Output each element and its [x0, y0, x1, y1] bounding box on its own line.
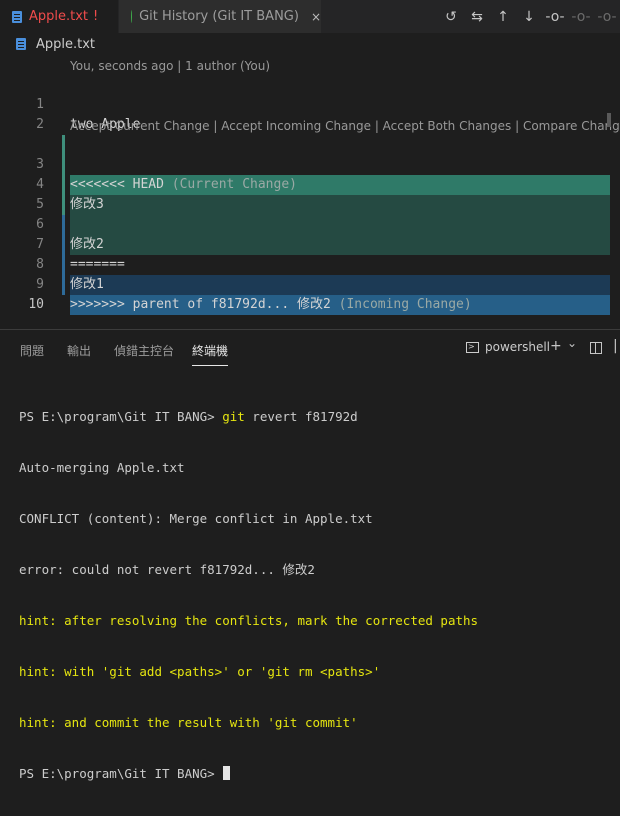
- terminal-line: PS E:\program\Git IT BANG>: [19, 765, 478, 782]
- tab-label: Git History (Git IT BANG): [139, 9, 299, 24]
- editor-actions: ↺ ⇆ ↑ ↓ -o- -o- -o-: [438, 0, 620, 33]
- previous-change-icon[interactable]: ↑: [490, 9, 516, 25]
- terminal-prompt: PS E:\program\Git IT BANG>: [19, 409, 223, 424]
- incoming-change-header: >>>>>>> parent of f81792d... 修改2 (Incomi…: [70, 295, 610, 315]
- tab-label: Apple.txt: [29, 9, 89, 24]
- add-terminal-icon[interactable]: +: [550, 338, 562, 354]
- commit-dim-icon[interactable]: -o-: [594, 9, 620, 25]
- code-line: 1 two Apple: [0, 75, 610, 132]
- line-number: 2: [36, 117, 44, 132]
- minimap-marker: [607, 113, 611, 127]
- terminal-output[interactable]: PS E:\program\Git IT BANG> git revert f8…: [19, 374, 478, 816]
- shell-selector[interactable]: > powershell: [466, 340, 550, 354]
- line-number: 10: [28, 297, 44, 312]
- code-line: 7 =======: [0, 215, 610, 272]
- shell-name: powershell: [485, 340, 550, 354]
- gutter-modified-marker: [62, 135, 65, 215]
- breadcrumb-file: Apple.txt: [36, 36, 96, 52]
- tab-apple-txt[interactable]: Apple.txt !: [0, 0, 118, 33]
- terminal-line: PS E:\program\Git IT BANG> git revert f8…: [19, 408, 478, 425]
- code-line: 4 修改3: [0, 155, 610, 215]
- code-line: 10: [0, 275, 610, 312]
- commit-dim-icon[interactable]: -o-: [568, 9, 594, 25]
- code-editor[interactable]: You, seconds ago | 1 author (You) 1 two …: [0, 55, 620, 325]
- panel-tabs: 問題 輸出 偵錯主控台 終端機 > powershell + ⌄ |: [0, 330, 620, 368]
- file-icon: [12, 10, 22, 23]
- bottom-panel: 問題 輸出 偵錯主控台 終端機 > powershell + ⌄ | PS E:…: [0, 329, 620, 781]
- terminal-hint-line: hint: with 'git add <paths>' or 'git rm …: [19, 664, 381, 679]
- terminal-hint-line: hint: and commit the result with 'git co…: [19, 715, 358, 730]
- tab-terminal[interactable]: 終端機: [192, 342, 229, 366]
- code-line: 2: [0, 95, 610, 132]
- split-terminal-icon[interactable]: [590, 342, 602, 354]
- tab-problems[interactable]: 問題: [20, 342, 44, 359]
- incoming-change-note: (Incoming Change): [338, 297, 472, 312]
- chevron-down-icon[interactable]: ⌄: [567, 336, 577, 350]
- terminal-icon: >: [466, 341, 479, 353]
- code-line: 6 修改2: [0, 195, 610, 255]
- tab-debug-console[interactable]: 偵錯主控台: [114, 342, 174, 359]
- terminal-line: Auto-merging Apple.txt: [19, 460, 185, 475]
- next-change-icon[interactable]: ↓: [516, 9, 542, 25]
- code-line: 5: [0, 175, 610, 235]
- conflict-badge: !: [93, 9, 99, 24]
- code-line: 9 >>>>>>> parent of f81792d... 修改2 (Inco…: [0, 255, 610, 315]
- terminal-hint-line: hint: after resolving the conflicts, mar…: [19, 613, 479, 628]
- gutter-modified-marker: [62, 215, 65, 295]
- terminal-command-git: git: [222, 409, 245, 424]
- close-icon[interactable]: ×: [311, 10, 321, 24]
- terminal-cursor: [223, 766, 231, 780]
- terminal-command-args: revert f81792d: [244, 409, 358, 424]
- terminal-line: error: could not revert f81792d... 修改2: [19, 562, 315, 577]
- line-text: >>>>>>> parent of f81792d... 修改2: [70, 297, 331, 312]
- editor-tab-bar: Apple.txt ! Git History (Git IT BANG) × …: [0, 0, 620, 33]
- compare-changes-icon[interactable]: ⇆: [464, 9, 490, 25]
- tab-git-history[interactable]: Git History (Git IT BANG) ×: [118, 0, 321, 33]
- breadcrumb[interactable]: Apple.txt: [0, 33, 620, 55]
- trash-icon[interactable]: |: [613, 338, 618, 354]
- file-icon: [16, 38, 26, 50]
- history-icon[interactable]: ↺: [438, 9, 464, 25]
- tab-output[interactable]: 輸出: [67, 342, 91, 359]
- terminal-line: CONFLICT (content): Merge conflict in Ap…: [19, 511, 373, 526]
- code-line: 3 <<<<<<< HEAD (Current Change): [0, 135, 610, 195]
- commit-icon[interactable]: -o-: [542, 9, 568, 25]
- git-history-icon: [131, 10, 133, 23]
- terminal-prompt: PS E:\program\Git IT BANG>: [19, 766, 223, 781]
- code-line: 8 修改1: [0, 235, 610, 295]
- blame-codelens[interactable]: You, seconds ago | 1 author (You): [70, 57, 270, 75]
- conflict-actions-codelens[interactable]: Accept Current Change | Accept Incoming …: [70, 117, 620, 135]
